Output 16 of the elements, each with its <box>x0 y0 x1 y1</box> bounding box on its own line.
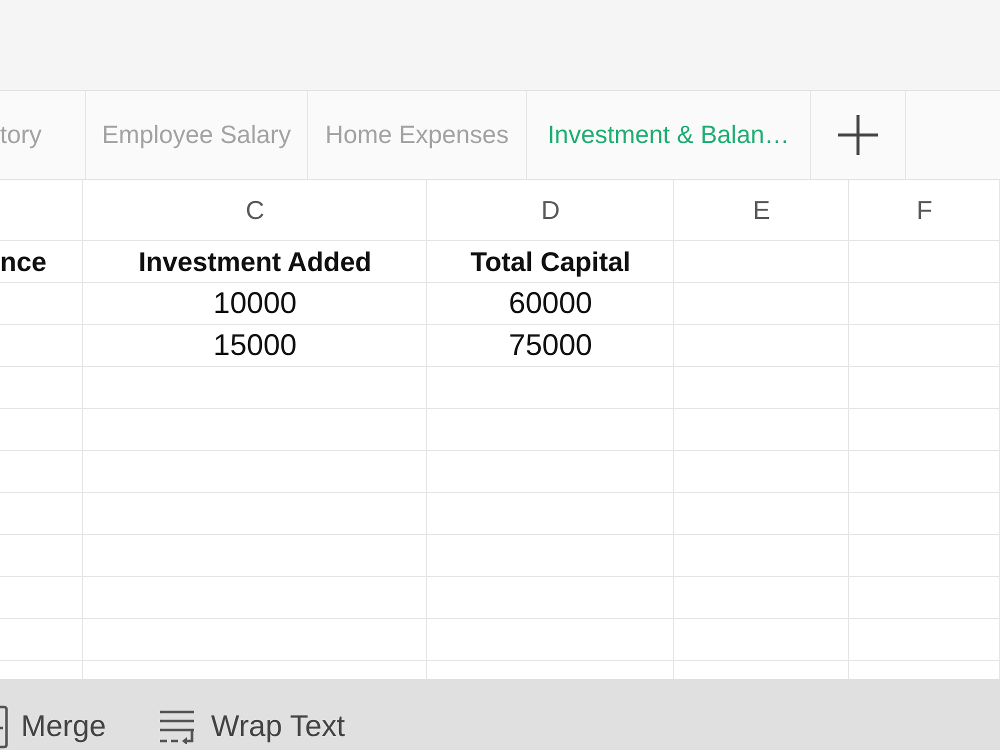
table-cell-text: 15000 <box>212 328 298 364</box>
column-header[interactable]: E <box>674 180 849 240</box>
column-heading: Investment Added <box>137 246 373 278</box>
wrap-text-button[interactable]: Wrap Text <box>159 710 345 744</box>
table-cell-text: 60000 <box>508 286 594 322</box>
merge-button[interactable]: Merge <box>0 704 106 748</box>
merge-icon <box>0 704 8 748</box>
table-cell-text: 75000 <box>508 328 594 364</box>
column-heading: nce <box>0 246 48 278</box>
column-header[interactable]: C <box>83 180 427 240</box>
wrap-text-icon <box>159 710 196 744</box>
plus-icon <box>837 114 879 156</box>
column-header[interactable]: D <box>427 180 674 240</box>
table-cell-text: 10000 <box>212 286 298 322</box>
column-heading: Total Capital <box>469 246 632 279</box>
column-header[interactable]: F <box>849 180 1000 240</box>
